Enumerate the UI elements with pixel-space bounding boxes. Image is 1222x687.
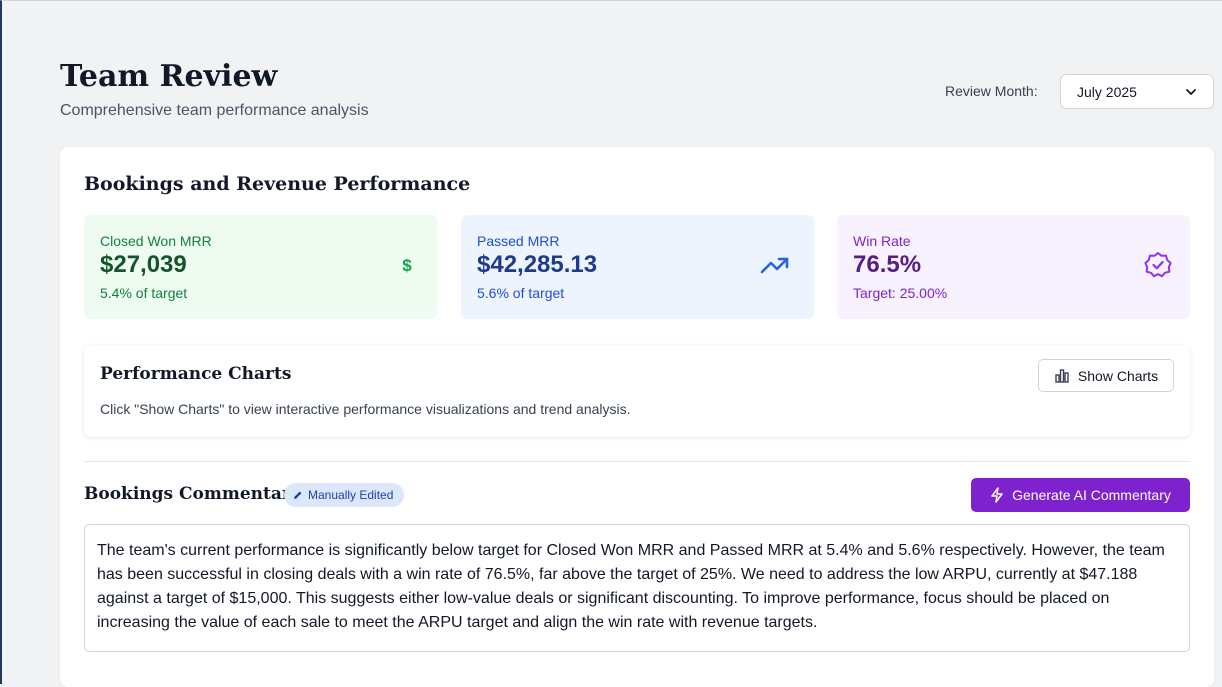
- metric-label: Win Rate: [853, 233, 911, 249]
- review-month-value: July 2025: [1077, 83, 1137, 100]
- metric-value: $27,039: [100, 251, 187, 278]
- lightning-icon: [991, 487, 1003, 503]
- dollar-icon: $: [402, 256, 412, 275]
- commentary-textarea[interactable]: The team's current performance is signif…: [84, 524, 1190, 652]
- section-title: Bookings and Revenue Performance: [84, 173, 471, 195]
- metric-label: Passed MRR: [477, 233, 560, 249]
- page-subtitle: Comprehensive team performance analysis: [60, 102, 369, 119]
- commentary-text: The team's current performance is signif…: [97, 542, 1165, 631]
- pencil-icon: [294, 491, 302, 499]
- show-charts-label: Show Charts: [1077, 367, 1159, 384]
- metric-value: $42,285.13: [477, 251, 598, 278]
- metric-sub: 5.4% of target: [100, 285, 188, 301]
- badge-check-icon: [1144, 252, 1172, 278]
- trending-up-icon: [760, 257, 789, 274]
- metric-sub: 5.6% of target: [477, 285, 565, 301]
- metric-passed-mrr: Passed MRR $42,285.13 5.6% of target: [461, 215, 814, 319]
- commentary-title: Bookings Commentary: [84, 484, 301, 504]
- review-month-select[interactable]: July 2025: [1060, 74, 1214, 109]
- chevron-down-icon: [1186, 88, 1196, 95]
- metric-value: 76.5%: [853, 251, 922, 278]
- charts-title: Performance Charts: [100, 364, 292, 384]
- badge-label: Manually Edited: [308, 488, 394, 502]
- bar-chart-icon: [1055, 368, 1069, 383]
- review-month-label: Review Month:: [945, 83, 1038, 99]
- metric-closed-won-mrr: Closed Won MRR $27,039 5.4% of target $: [84, 215, 437, 319]
- manually-edited-badge: Manually Edited: [284, 483, 405, 507]
- metric-win-rate: Win Rate 76.5% Target: 25.00%: [837, 215, 1190, 319]
- app-frame: Team Review Comprehensive team performan…: [0, 0, 1222, 687]
- show-charts-button[interactable]: Show Charts: [1038, 359, 1174, 392]
- svg-text:$: $: [402, 256, 412, 275]
- generate-button-label: Generate AI Commentary: [1012, 487, 1171, 503]
- performance-charts-panel: Performance Charts Click "Show Charts" t…: [84, 345, 1190, 437]
- generate-ai-commentary-button[interactable]: Generate AI Commentary: [971, 478, 1190, 512]
- metric-sub: Target: 25.00%: [853, 285, 948, 301]
- metric-label: Closed Won MRR: [100, 233, 212, 249]
- charts-description: Click "Show Charts" to view interactive …: [100, 401, 631, 417]
- bookings-card: Bookings and Revenue Performance Closed …: [60, 147, 1214, 687]
- divider: [84, 461, 1190, 462]
- page-title: Team Review: [60, 59, 278, 94]
